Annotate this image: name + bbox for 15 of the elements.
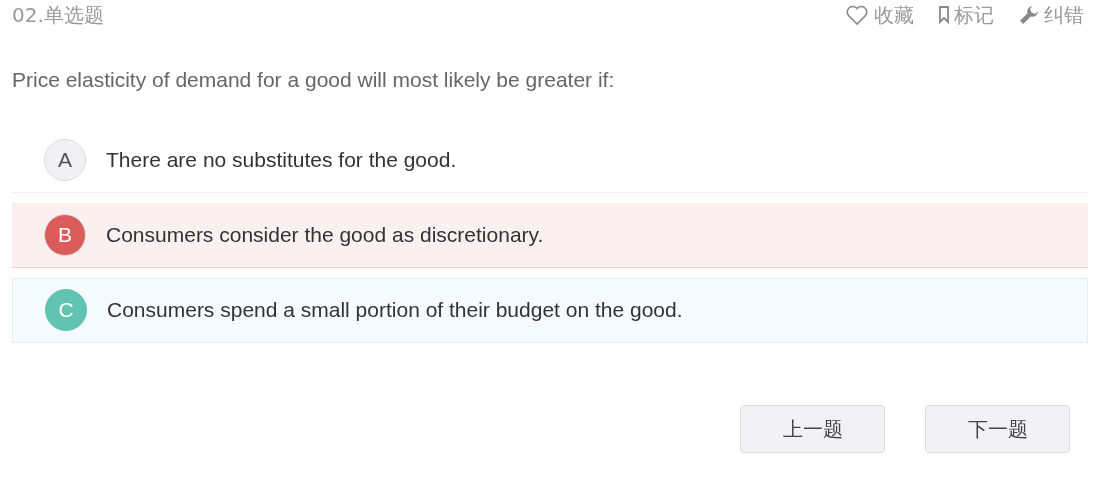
option-letter: C: [45, 289, 87, 331]
option-letter: B: [44, 213, 86, 256]
next-button[interactable]: 下一题: [925, 405, 1070, 453]
option-text: Consumers spend a small portion of their budget on the good.: [107, 297, 683, 324]
option-text: Consumers consider the good as discretionary.: [106, 221, 544, 248]
bookmark-icon: [938, 6, 950, 24]
wrench-icon: [1018, 4, 1040, 26]
heart-icon: [844, 4, 870, 26]
question-number: 02.单选题: [12, 2, 104, 29]
option-text: There are no substitutes for the good.: [106, 146, 457, 173]
option-letter: A: [44, 138, 86, 181]
question-text: Price elasticity of demand for a good will most likely be greater if:: [12, 67, 616, 93]
answer-option[interactable]: B Consumers consider the good as discretionary.: [12, 202, 1088, 268]
previous-button[interactable]: 上一题: [740, 405, 885, 453]
answer-option[interactable]: C Consumers spend a small portion of their budget on the good.: [12, 277, 1088, 343]
